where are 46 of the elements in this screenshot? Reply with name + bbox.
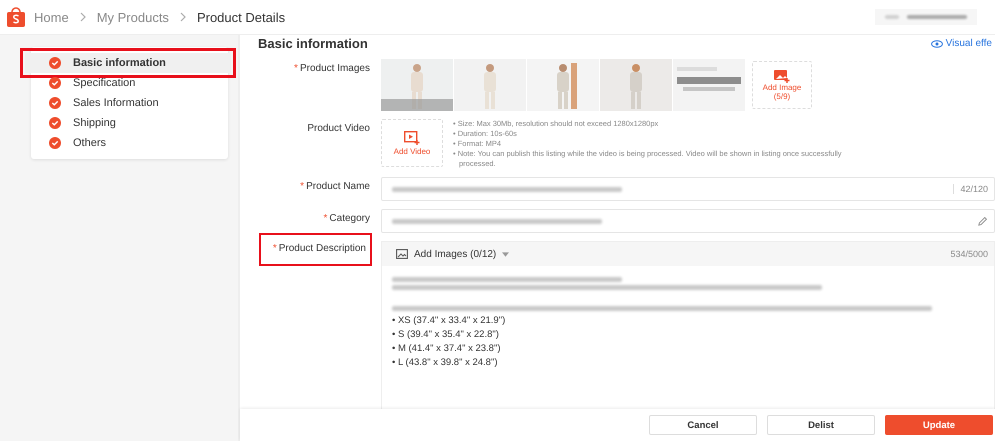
check-circle-icon [49,137,61,149]
size-list-item: • M (41.4" x 37.4" x 23.8") [392,342,502,356]
section-title: Basic information [258,36,368,51]
add-image-button[interactable]: Add Image (5/9) [752,61,812,109]
check-circle-icon [49,57,61,69]
footer-button[interactable]: Cancel [649,415,757,435]
visual-effect-link[interactable]: Visual effe [930,38,992,49]
image-icon [396,249,408,259]
add-video-button[interactable]: Add Video [381,119,443,167]
sidebar-item[interactable]: Sales Information [31,93,228,113]
video-add-icon [404,130,420,144]
check-circle-icon [49,77,61,89]
size-list-item: • XS (37.4" x 33.4" x 21.9") [392,314,506,328]
chevron-right-icon [80,12,86,22]
breadcrumb-item: Product Details [196,10,286,24]
add-image-label: Add Image [762,83,802,92]
breadcrumb-item[interactable]: Home [34,10,69,24]
character-counter: 42/120 [953,184,988,194]
field-label: * Product Images [294,62,370,75]
check-circle-icon [49,97,61,109]
image-count: (5/9) [774,92,790,101]
breadcrumb-item[interactable]: My Products [96,10,169,24]
caret-down-icon [502,252,510,256]
product-name-field[interactable]: 42/120 [381,177,995,201]
field-label: Product Video [307,122,370,135]
character-counter: 534/5000 [950,249,988,259]
add-video-label: Add Video [394,146,430,156]
footer-button[interactable]: Delist [767,415,875,435]
category-field[interactable] [381,209,995,233]
field-label: * Category [324,212,370,225]
image-add-icon [774,69,790,83]
field-label: * Product Name [300,180,370,193]
shop-bag-logo-icon[interactable] [6,6,26,28]
eye-icon [930,40,943,48]
sidebar-item[interactable]: Shipping [31,113,228,133]
check-circle-icon [49,117,61,129]
update-button[interactable]: Update [885,415,993,435]
pencil-icon[interactable] [977,216,988,226]
sidebar-item[interactable]: Others [31,133,228,153]
chevron-right-icon [180,12,186,22]
field-label: * Product Description [260,235,370,264]
sidebar-item[interactable]: Specification [31,73,228,93]
add-images-dropdown[interactable]: Add Images (0/12) [414,248,496,260]
sidebar-item[interactable]: Basic information [25,53,231,73]
size-list-item: • L (43.8" x 39.8" x 24.8") [392,356,499,370]
size-list-item: • S (39.4" x 35.4" x 22.8") [392,328,500,342]
